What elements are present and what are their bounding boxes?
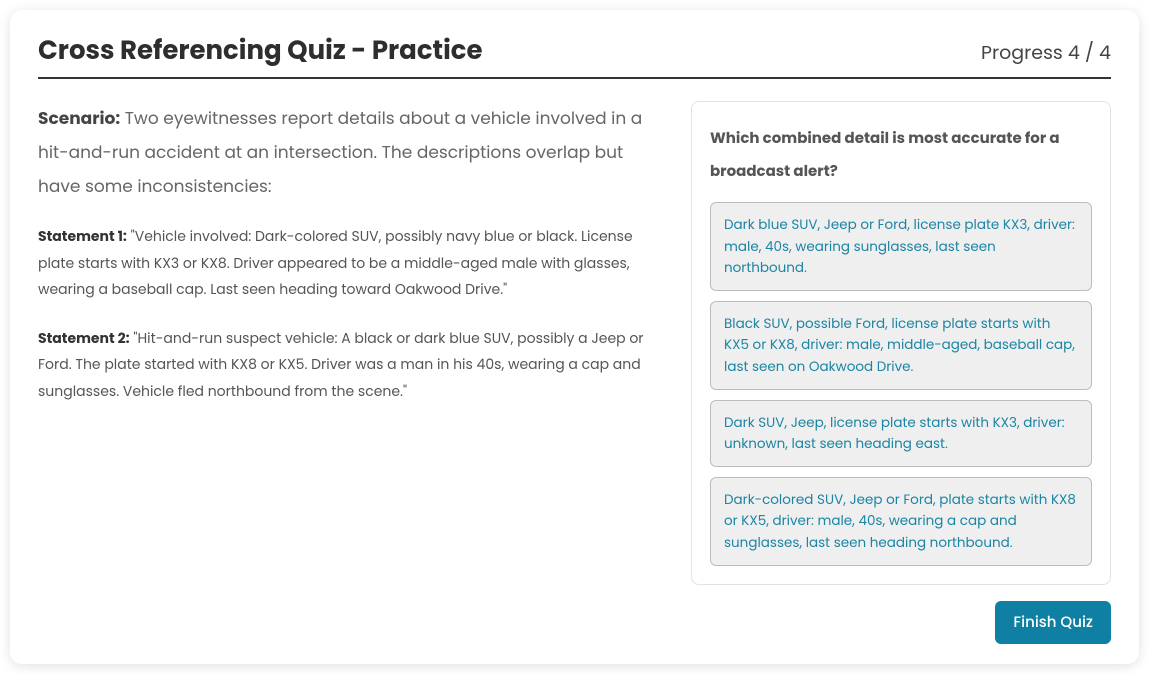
answer-option-3[interactable]: Dark SUV, Jeep, license plate starts wit… <box>710 400 1092 467</box>
statement-1: Statement 1: "Vehicle involved: Dark-col… <box>38 223 665 303</box>
question-panel: Which combined detail is most accurate f… <box>691 101 1111 585</box>
scenario-label: Scenario: <box>38 106 120 130</box>
scenario-panel: Scenario: Two eyewitnesses report detail… <box>38 101 665 427</box>
header-row: Cross Referencing Quiz - Practice Progre… <box>38 32 1111 79</box>
progress-indicator: Progress 4 / 4 <box>981 38 1111 67</box>
question-text: Which combined detail is most accurate f… <box>710 122 1092 188</box>
answer-option-2[interactable]: Black SUV, possible Ford, license plate … <box>710 301 1092 390</box>
answer-option-1[interactable]: Dark blue SUV, Jeep or Ford, license pla… <box>710 202 1092 291</box>
statement-1-label: Statement 1: <box>38 226 127 246</box>
content-row: Scenario: Two eyewitnesses report detail… <box>38 101 1111 585</box>
finish-quiz-button[interactable]: Finish Quiz <box>995 601 1111 644</box>
quiz-card: Cross Referencing Quiz - Practice Progre… <box>10 10 1139 664</box>
statement-2: Statement 2: "Hit-and-run suspect vehicl… <box>38 325 665 405</box>
scenario-body: Two eyewitnesses report details about a … <box>38 106 642 198</box>
statement-2-label: Statement 2: <box>38 328 130 348</box>
answer-option-4[interactable]: Dark-colored SUV, Jeep or Ford, plate st… <box>710 477 1092 566</box>
footer-row: Finish Quiz <box>38 601 1111 644</box>
statement-1-text: "Vehicle involved: Dark-colored SUV, pos… <box>38 226 633 299</box>
page-title: Cross Referencing Quiz - Practice <box>38 32 483 71</box>
scenario-text: Scenario: Two eyewitnesses report detail… <box>38 101 665 203</box>
